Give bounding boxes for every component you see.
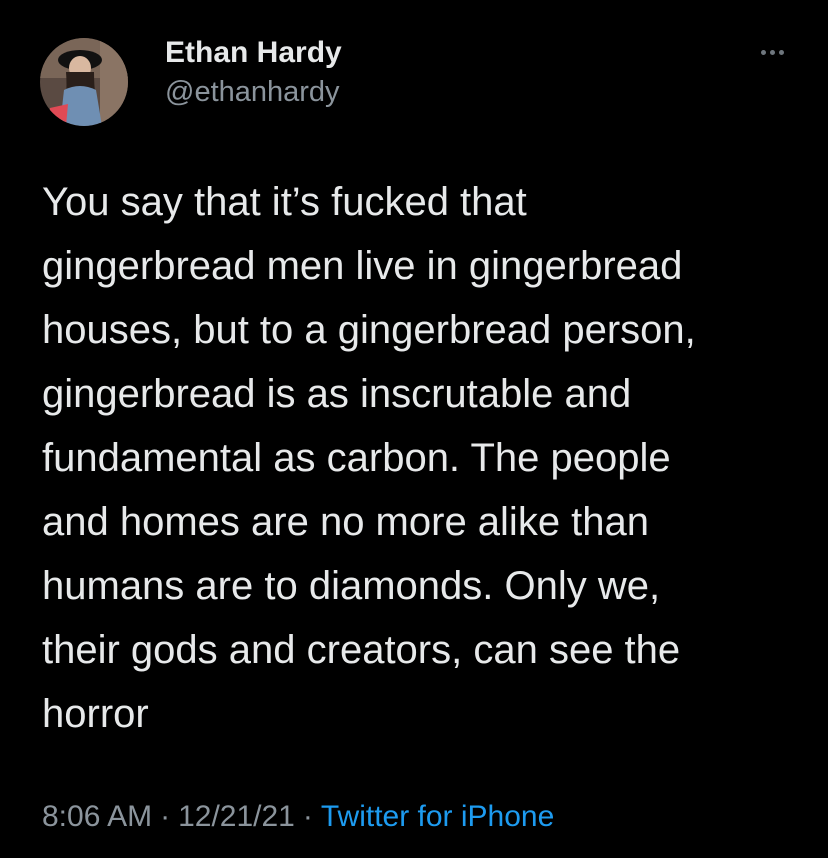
tweet-detail: Ethan Hardy @ethanhardy You say that it’… (0, 0, 828, 858)
tweet-text: You say that it’s fucked that gingerbrea… (42, 180, 696, 736)
more-horizontal-icon (760, 49, 784, 55)
tweet-metadata: 8:06 AM · 12/21/21 · Twitter for iPhone (42, 800, 554, 834)
more-options-button[interactable] (752, 40, 792, 64)
tweet-date[interactable]: 12/21/21 (178, 800, 295, 834)
tweet-time[interactable]: 8:06 AM (42, 800, 152, 834)
avatar[interactable] (40, 38, 128, 126)
profile-photo-icon (40, 38, 128, 126)
separator: · (160, 800, 171, 833)
tweet-source-link[interactable]: Twitter for iPhone (321, 800, 554, 834)
separator: · (302, 800, 313, 833)
user-handle[interactable]: @ethanhardy (165, 76, 340, 109)
display-name[interactable]: Ethan Hardy (165, 36, 342, 70)
